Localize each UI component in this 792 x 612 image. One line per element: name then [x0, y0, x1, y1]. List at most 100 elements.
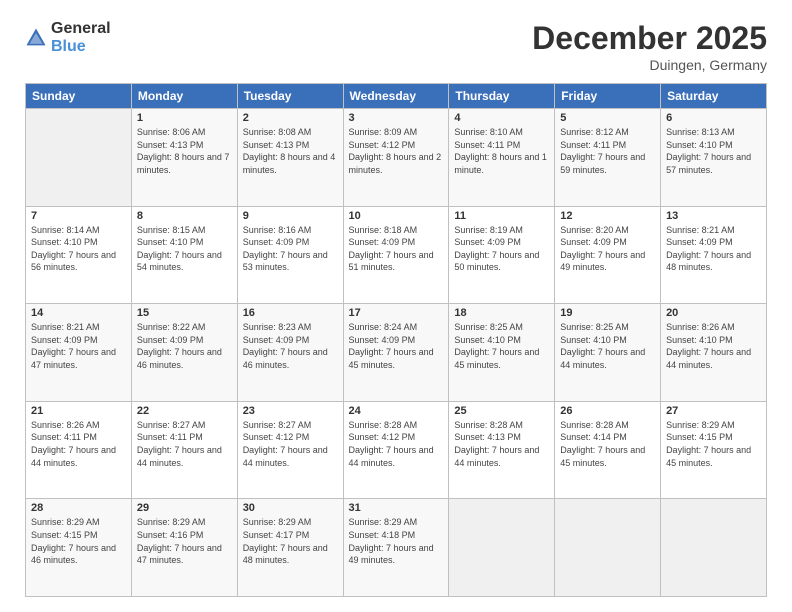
cell-text-3: Sunrise: 8:09 AMSunset: 4:12 PMDaylight:…	[349, 126, 444, 176]
col-saturday: Saturday	[661, 84, 767, 109]
day-number-27: 27	[666, 405, 761, 417]
day-number-25: 25	[454, 405, 549, 417]
week-row-2: 14Sunrise: 8:21 AMSunset: 4:09 PMDayligh…	[26, 304, 767, 402]
cell-text-20: Sunrise: 8:26 AMSunset: 4:10 PMDaylight:…	[666, 321, 761, 371]
day-number-19: 19	[560, 307, 655, 319]
cell-w0-d5: 5 Sunrise: 8:12 AMSunset: 4:11 PMDaylight…	[555, 109, 661, 207]
cell-w4-d3: 31 Sunrise: 8:29 AMSunset: 4:18 PMDayligh…	[343, 499, 449, 597]
week-row-3: 21Sunrise: 8:26 AMSunset: 4:11 PMDayligh…	[26, 401, 767, 499]
cell-w4-d1: 29 Sunrise: 8:29 AMSunset: 4:16 PMDayligh…	[131, 499, 237, 597]
title-block: December 2025 Duingen, Germany	[532, 20, 767, 73]
cell-w3-d5: 26Sunrise: 8:28 AMSunset: 4:14 PMDayligh…	[555, 401, 661, 499]
cell-w1-d3: 10 Sunrise: 8:18 AMSunset: 4:09 PMDayligh…	[343, 206, 449, 304]
col-sunday: Sunday	[26, 84, 132, 109]
cell-text-8: Sunrise: 8:15 AMSunset: 4:10 PMDaylight:…	[137, 224, 232, 274]
cell-w0-d3: 3 Sunrise: 8:09 AMSunset: 4:12 PMDaylight…	[343, 109, 449, 207]
cell-text-30: Sunrise: 8:29 AMSunset: 4:17 PMDaylight:…	[243, 516, 338, 566]
day-number-12: 12	[560, 210, 655, 222]
cell-w3-d1: 22Sunrise: 8:27 AMSunset: 4:11 PMDayligh…	[131, 401, 237, 499]
day-number-30: 30	[243, 502, 338, 514]
cell-w2-d4: 18 Sunrise: 8:25 AMSunset: 4:10 PMDayligh…	[449, 304, 555, 402]
day-number-13: 13	[666, 210, 761, 222]
cell-text-12: Sunrise: 8:20 AMSunset: 4:09 PMDaylight:…	[560, 224, 655, 274]
day-number-29: 29	[137, 502, 232, 514]
logo-blue: Blue	[51, 38, 86, 55]
cell-w0-d1: 1 Sunrise: 8:06 AMSunset: 4:13 PMDaylight…	[131, 109, 237, 207]
cell-w4-d0: 28Sunrise: 8:29 AMSunset: 4:15 PMDayligh…	[26, 499, 132, 597]
cell-w4-d2: 30 Sunrise: 8:29 AMSunset: 4:17 PMDayligh…	[237, 499, 343, 597]
header: General Blue December 2025 Duingen, Germ…	[25, 20, 767, 73]
day-number-15: 15	[137, 307, 232, 319]
col-friday: Friday	[555, 84, 661, 109]
cell-w1-d0: 7 Sunrise: 8:14 AMSunset: 4:10 PMDaylight…	[26, 206, 132, 304]
location: Duingen, Germany	[532, 57, 767, 73]
day-number-10: 10	[349, 210, 444, 222]
cell-text-15: Sunrise: 8:22 AMSunset: 4:09 PMDaylight:…	[137, 321, 232, 371]
cell-w3-d0: 21Sunrise: 8:26 AMSunset: 4:11 PMDayligh…	[26, 401, 132, 499]
header-row: Sunday Monday Tuesday Wednesday Thursday…	[26, 84, 767, 109]
day-number-4: 4	[454, 112, 549, 124]
day-number-23: 23	[243, 405, 338, 417]
day-number-26: 26	[560, 405, 655, 417]
day-number-1: 1	[137, 112, 232, 124]
cell-text-29: Sunrise: 8:29 AMSunset: 4:16 PMDaylight:…	[137, 516, 232, 566]
cell-text-5: Sunrise: 8:12 AMSunset: 4:11 PMDaylight:…	[560, 126, 655, 176]
week-row-1: 7 Sunrise: 8:14 AMSunset: 4:10 PMDaylight…	[26, 206, 767, 304]
cell-text-10: Sunrise: 8:18 AMSunset: 4:09 PMDaylight:…	[349, 224, 444, 274]
day-number-17: 17	[349, 307, 444, 319]
day-number-5: 5	[560, 112, 655, 124]
month-title: December 2025	[532, 20, 767, 57]
cell-text-25: Sunrise: 8:28 AMSunset: 4:13 PMDaylight:…	[454, 419, 549, 469]
calendar-table: Sunday Monday Tuesday Wednesday Thursday…	[25, 83, 767, 597]
cell-text-9: Sunrise: 8:16 AMSunset: 4:09 PMDaylight:…	[243, 224, 338, 274]
day-number-24: 24	[349, 405, 444, 417]
cell-text-27: Sunrise: 8:29 AMSunset: 4:15 PMDaylight:…	[666, 419, 761, 469]
day-number-8: 8	[137, 210, 232, 222]
cell-w1-d6: 13Sunrise: 8:21 AMSunset: 4:09 PMDayligh…	[661, 206, 767, 304]
cell-text-18: Sunrise: 8:25 AMSunset: 4:10 PMDaylight:…	[454, 321, 549, 371]
cell-w4-d4	[449, 499, 555, 597]
col-tuesday: Tuesday	[237, 84, 343, 109]
cell-w4-d6	[661, 499, 767, 597]
cell-text-1: Sunrise: 8:06 AMSunset: 4:13 PMDaylight:…	[137, 126, 232, 176]
cell-text-23: Sunrise: 8:27 AMSunset: 4:12 PMDaylight:…	[243, 419, 338, 469]
cell-w1-d1: 8 Sunrise: 8:15 AMSunset: 4:10 PMDaylight…	[131, 206, 237, 304]
cell-text-2: Sunrise: 8:08 AMSunset: 4:13 PMDaylight:…	[243, 126, 338, 176]
cell-text-7: Sunrise: 8:14 AMSunset: 4:10 PMDaylight:…	[31, 224, 126, 274]
cell-text-4: Sunrise: 8:10 AMSunset: 4:11 PMDaylight:…	[454, 126, 549, 176]
cell-text-19: Sunrise: 8:25 AMSunset: 4:10 PMDaylight:…	[560, 321, 655, 371]
col-wednesday: Wednesday	[343, 84, 449, 109]
cell-text-6: Sunrise: 8:13 AMSunset: 4:10 PMDaylight:…	[666, 126, 761, 176]
day-number-16: 16	[243, 307, 338, 319]
day-number-2: 2	[243, 112, 338, 124]
cell-w0-d6: 6 Sunrise: 8:13 AMSunset: 4:10 PMDaylight…	[661, 109, 767, 207]
cell-w4-d5	[555, 499, 661, 597]
cell-w1-d5: 12 Sunrise: 8:20 AMSunset: 4:09 PMDayligh…	[555, 206, 661, 304]
week-row-4: 28Sunrise: 8:29 AMSunset: 4:15 PMDayligh…	[26, 499, 767, 597]
cell-w0-d4: 4 Sunrise: 8:10 AMSunset: 4:11 PMDaylight…	[449, 109, 555, 207]
cell-text-16: Sunrise: 8:23 AMSunset: 4:09 PMDaylight:…	[243, 321, 338, 371]
cell-text-28: Sunrise: 8:29 AMSunset: 4:15 PMDaylight:…	[31, 516, 126, 566]
cell-w2-d1: 15 Sunrise: 8:22 AMSunset: 4:09 PMDayligh…	[131, 304, 237, 402]
page: General Blue December 2025 Duingen, Germ…	[0, 0, 792, 612]
day-number-7: 7	[31, 210, 126, 222]
day-number-9: 9	[243, 210, 338, 222]
cell-text-11: Sunrise: 8:19 AMSunset: 4:09 PMDaylight:…	[454, 224, 549, 274]
cell-w2-d6: 20 Sunrise: 8:26 AMSunset: 4:10 PMDayligh…	[661, 304, 767, 402]
day-number-3: 3	[349, 112, 444, 124]
cell-w2-d3: 17Sunrise: 8:24 AMSunset: 4:09 PMDayligh…	[343, 304, 449, 402]
cell-w1-d4: 11 Sunrise: 8:19 AMSunset: 4:09 PMDayligh…	[449, 206, 555, 304]
day-number-20: 20	[666, 307, 761, 319]
cell-w2-d5: 19 Sunrise: 8:25 AMSunset: 4:10 PMDayligh…	[555, 304, 661, 402]
day-number-6: 6	[666, 112, 761, 124]
col-monday: Monday	[131, 84, 237, 109]
cell-w2-d0: 14Sunrise: 8:21 AMSunset: 4:09 PMDayligh…	[26, 304, 132, 402]
day-number-11: 11	[454, 210, 549, 222]
logo-general: General	[51, 20, 111, 37]
day-number-31: 31	[349, 502, 444, 514]
cell-text-31: Sunrise: 8:29 AMSunset: 4:18 PMDaylight:…	[349, 516, 444, 566]
day-number-18: 18	[454, 307, 549, 319]
cell-text-21: Sunrise: 8:26 AMSunset: 4:11 PMDaylight:…	[31, 419, 126, 469]
logo-icon	[25, 27, 47, 49]
cell-text-14: Sunrise: 8:21 AMSunset: 4:09 PMDaylight:…	[31, 321, 126, 371]
